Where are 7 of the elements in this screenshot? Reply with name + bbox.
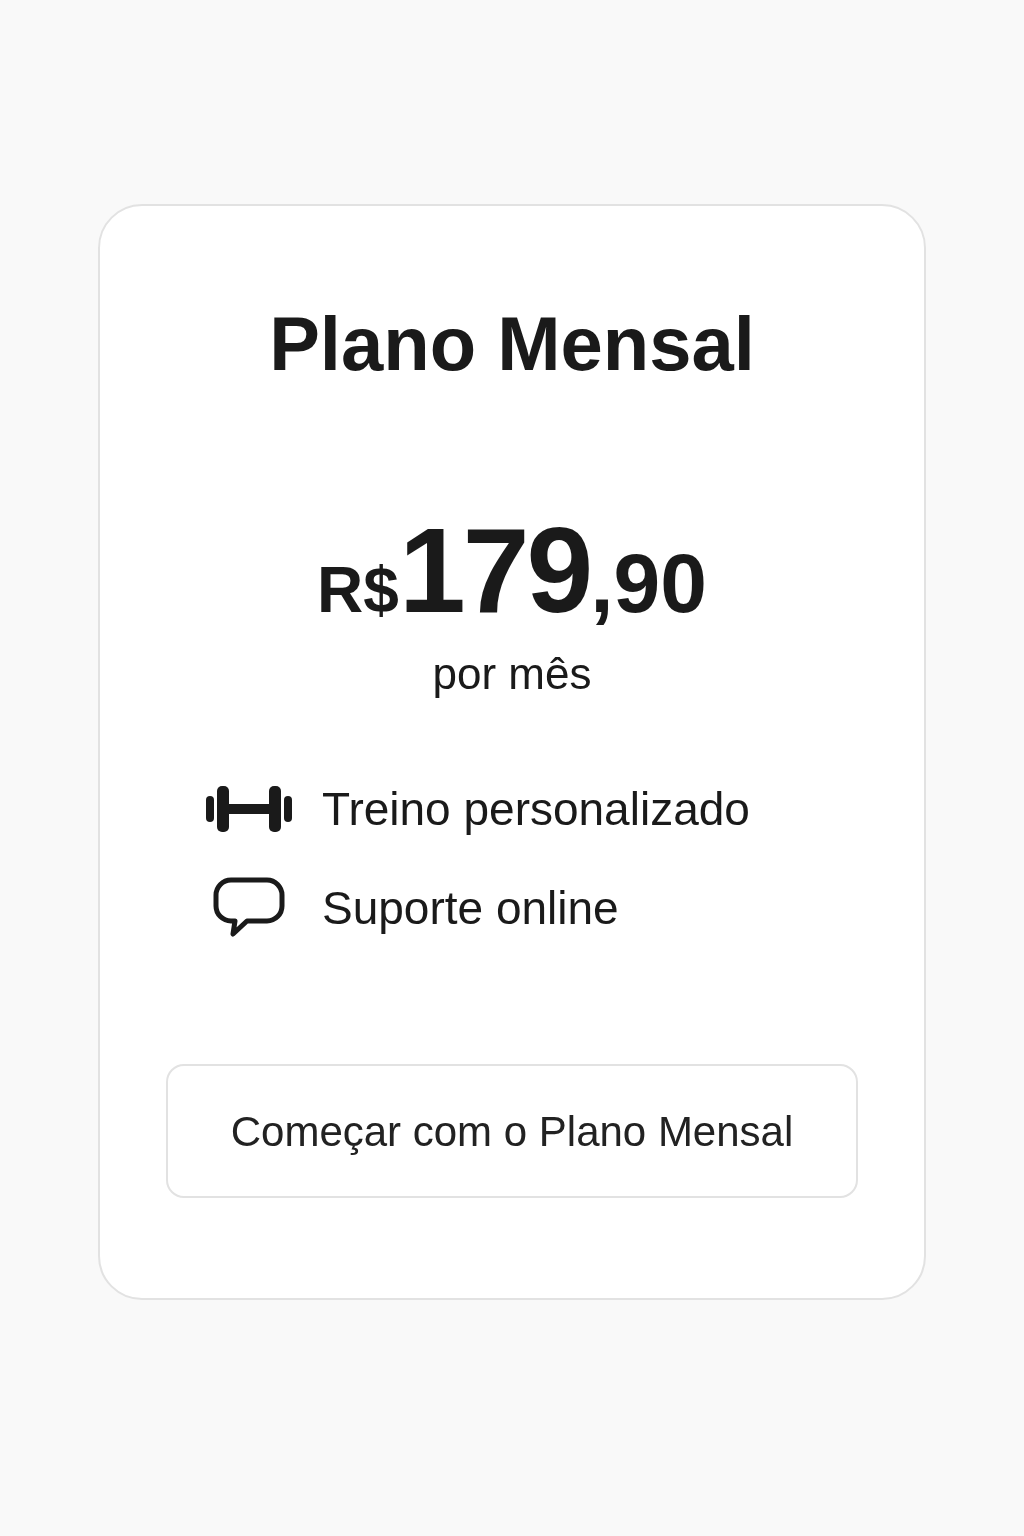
plan-title: Plano Mensal bbox=[269, 306, 755, 382]
billing-period: por mês bbox=[432, 652, 592, 696]
price-cents: ,90 bbox=[590, 541, 707, 625]
price-amount: 179 bbox=[398, 510, 591, 630]
speech-bubble-icon bbox=[213, 876, 285, 940]
start-plan-button[interactable]: Começar com o Plano Mensal bbox=[166, 1064, 858, 1198]
currency-symbol: R$ bbox=[317, 558, 399, 622]
